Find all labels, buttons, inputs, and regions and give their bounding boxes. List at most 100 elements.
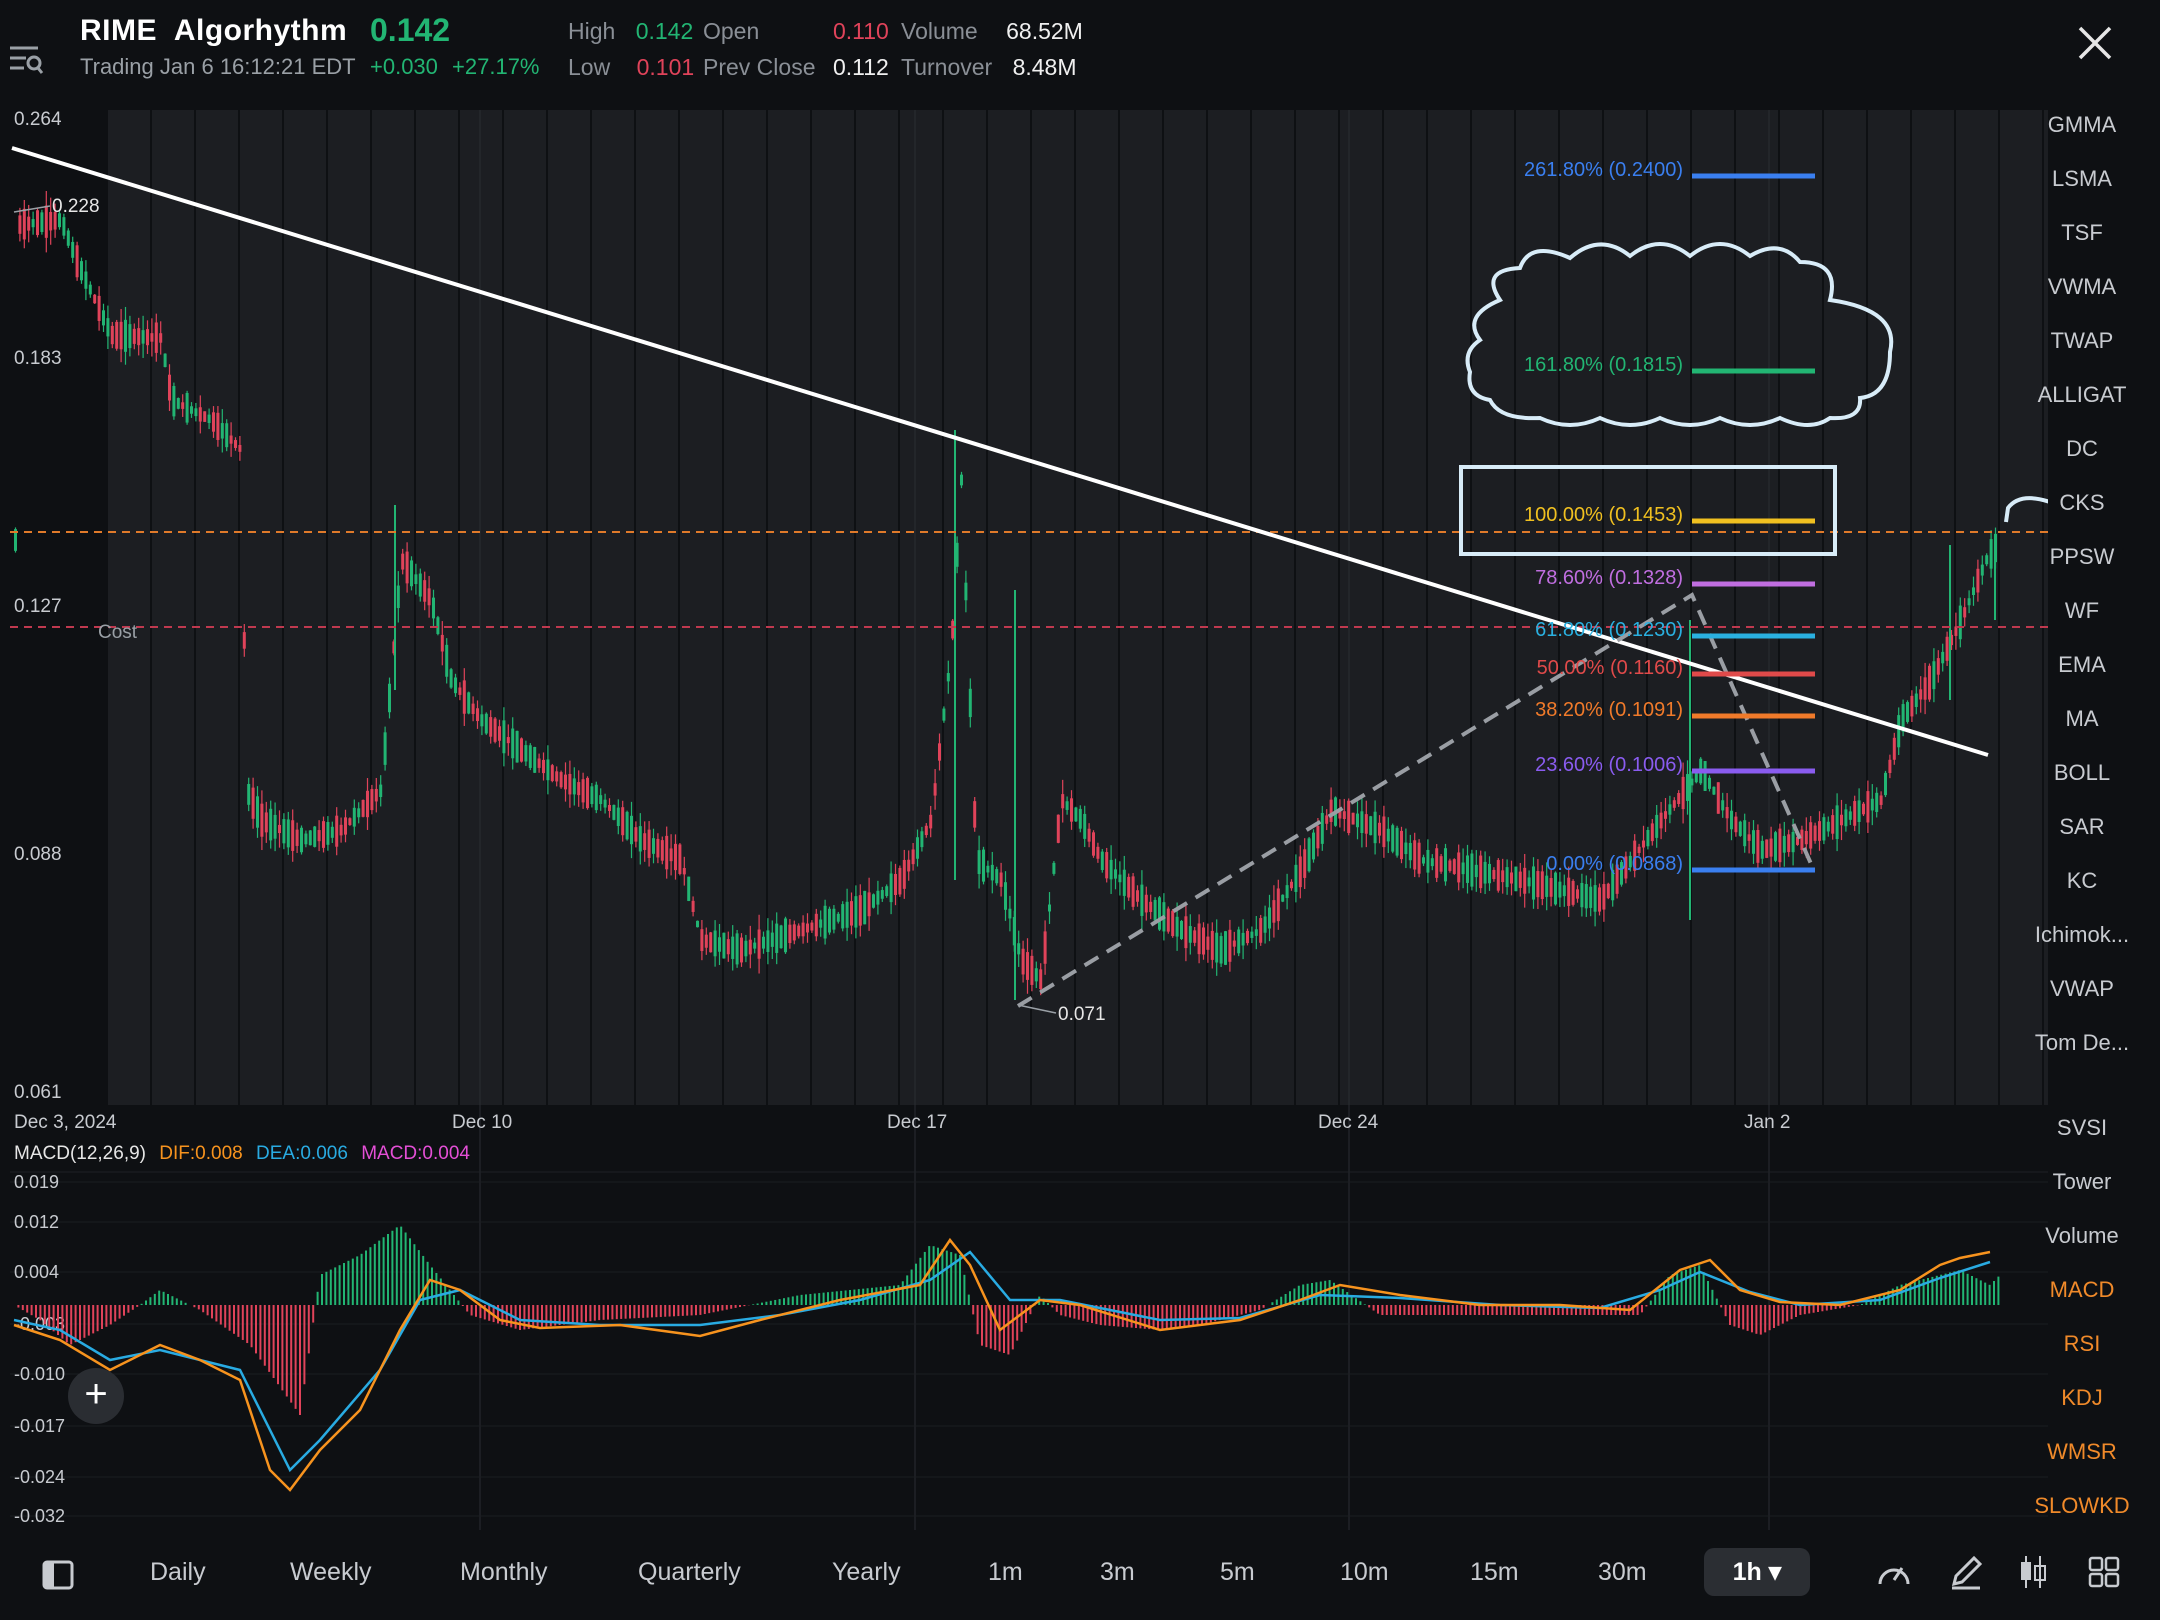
sidebar-indicator-macd[interactable]: MACD: [2012, 1277, 2152, 1303]
candle-body: [1474, 864, 1478, 878]
sidebar-indicator-rsi[interactable]: RSI: [2012, 1331, 2152, 1357]
candle-body: [1532, 866, 1535, 900]
sidebar-overlay-boll[interactable]: BOLL: [2012, 760, 2152, 786]
candle-body: [1479, 855, 1483, 889]
candle-body: [722, 932, 726, 959]
timeframe-3m[interactable]: 3m: [1100, 1558, 1135, 1587]
gauge-icon[interactable]: [1876, 1556, 1912, 1590]
candlestick-type-icon[interactable]: [2018, 1554, 2048, 1590]
layout-toggle-icon[interactable]: [42, 1560, 74, 1590]
timeframe-quarterly[interactable]: Quarterly: [638, 1558, 741, 1587]
sidebar-overlay-vwap[interactable]: VWAP: [2012, 976, 2152, 1002]
candle-body: [357, 808, 361, 818]
sidebar-overlay-wf[interactable]: WF: [2012, 598, 2152, 624]
pencil-draw-icon[interactable]: [1948, 1554, 1984, 1590]
candle-body: [40, 212, 44, 232]
candle-body: [1769, 838, 1773, 857]
sidebar-overlay-twap[interactable]: TWAP: [2012, 328, 2152, 354]
candle-body: [484, 713, 488, 734]
candle-body: [955, 542, 959, 567]
sidebar-indicator-svsi[interactable]: SVSI: [2012, 1115, 2152, 1141]
sidebar-overlay-lsma[interactable]: LSMA: [2012, 166, 2152, 192]
candle-body: [1936, 658, 1940, 675]
sidebar-overlay-vwma[interactable]: VWMA: [2012, 274, 2152, 300]
timeframe-10m[interactable]: 10m: [1340, 1558, 1389, 1587]
candle-body: [1254, 929, 1258, 936]
quote-header: RIME Algorhythm Trading Jan 6 16:12:21 E…: [0, 0, 2160, 110]
candle-body: [220, 423, 224, 439]
sidebar-overlay-tsf[interactable]: TSF: [2012, 220, 2152, 246]
candle-body: [775, 923, 779, 953]
sidebar-overlay-kc[interactable]: KC: [2012, 868, 2152, 894]
candle-body: [718, 937, 721, 952]
timeframe-15m[interactable]: 15m: [1470, 1558, 1519, 1587]
sidebar-overlay-ema[interactable]: EMA: [2012, 652, 2152, 678]
fib-level-label: 23.60% (0.1006): [1535, 754, 1683, 776]
sidebar-overlay-ma[interactable]: MA: [2012, 706, 2152, 732]
candle-body: [330, 826, 334, 838]
candle-body: [1835, 805, 1839, 840]
candle-body: [1888, 759, 1892, 773]
sidebar-overlay-cks[interactable]: CKS: [2012, 490, 2152, 516]
candle-body: [445, 644, 449, 677]
candle-body: [1118, 874, 1122, 883]
candle-body: [207, 414, 211, 424]
macd-value: MACD:0.004: [361, 1143, 470, 1164]
candle-body: [836, 913, 840, 922]
close-icon[interactable]: [2076, 24, 2114, 62]
sidebar-indicator-slowkd[interactable]: SLOWKD: [2012, 1493, 2152, 1519]
candle-body: [326, 822, 330, 845]
candle-body: [146, 329, 149, 346]
candle-body: [84, 271, 88, 289]
sidebar-indicator-volume[interactable]: Volume: [2012, 1223, 2152, 1249]
timeframe-monthly[interactable]: Monthly: [460, 1558, 548, 1587]
timeframe-1h-dropdown[interactable]: 1h ▾: [1704, 1548, 1810, 1596]
candle-body: [1048, 904, 1051, 912]
timeframe-weekly[interactable]: Weekly: [290, 1558, 372, 1587]
timeframe-1m[interactable]: 1m: [988, 1558, 1023, 1587]
candle-body: [124, 319, 127, 352]
session-band: [1868, 110, 1910, 1105]
candle-body: [1844, 809, 1848, 827]
price-chart[interactable]: 0.2640.1830.1270.0880.061 Dec 3, 2024 Dec…: [0, 110, 2048, 1535]
candle-body: [1496, 860, 1500, 891]
sidebar-overlay-dc[interactable]: DC: [2012, 436, 2152, 462]
macd-tick-label: 0.004: [14, 1262, 59, 1282]
candle-body: [449, 669, 453, 688]
timeframe-daily[interactable]: Daily: [150, 1558, 206, 1587]
sidebar-indicator-wmsr[interactable]: WMSR: [2012, 1439, 2152, 1465]
candle-body: [977, 850, 981, 875]
sidebar-overlay-gmma[interactable]: GMMA: [2012, 112, 2152, 138]
sidebar-indicator-tower[interactable]: Tower: [2012, 1169, 2152, 1195]
grid-settings-icon[interactable]: [2088, 1556, 2120, 1588]
candle-body: [1078, 808, 1082, 829]
cost-label: Cost: [98, 622, 138, 643]
menu-search-icon[interactable]: [8, 40, 44, 76]
timeframe-yearly[interactable]: Yearly: [832, 1558, 901, 1587]
candle-body: [1510, 872, 1513, 884]
candle-body: [1514, 866, 1518, 892]
candle-body: [1734, 816, 1738, 833]
candle-body: [1408, 842, 1412, 861]
sidebar-overlay-ichimok[interactable]: Ichimok...: [2012, 922, 2152, 948]
add-indicator-button[interactable]: +: [68, 1368, 124, 1424]
sidebar-overlay-sar[interactable]: SAR: [2012, 814, 2152, 840]
last-price: 0.142: [370, 12, 451, 48]
candle-body: [1549, 878, 1553, 897]
candle-body: [1386, 828, 1390, 842]
timeframe-30m[interactable]: 30m: [1598, 1558, 1647, 1587]
sidebar-overlay-ppsw[interactable]: PPSW: [2012, 544, 2152, 570]
timeframe-5m[interactable]: 5m: [1220, 1558, 1255, 1587]
high-marker: 0.228: [52, 196, 100, 217]
candle-body: [524, 745, 528, 762]
sidebar-indicator-kdj[interactable]: KDJ: [2012, 1385, 2152, 1411]
candle-body: [1800, 829, 1804, 850]
candle-body: [1122, 869, 1126, 896]
candle-body: [269, 808, 273, 841]
candle-body: [700, 929, 704, 952]
sidebar-overlay-tomde[interactable]: Tom De...: [2012, 1030, 2152, 1056]
candle-body: [410, 560, 413, 587]
sidebar-overlay-alligat[interactable]: ALLIGAT: [2012, 382, 2152, 408]
low-value: 0.101: [636, 54, 695, 80]
candle-body: [1070, 798, 1073, 822]
